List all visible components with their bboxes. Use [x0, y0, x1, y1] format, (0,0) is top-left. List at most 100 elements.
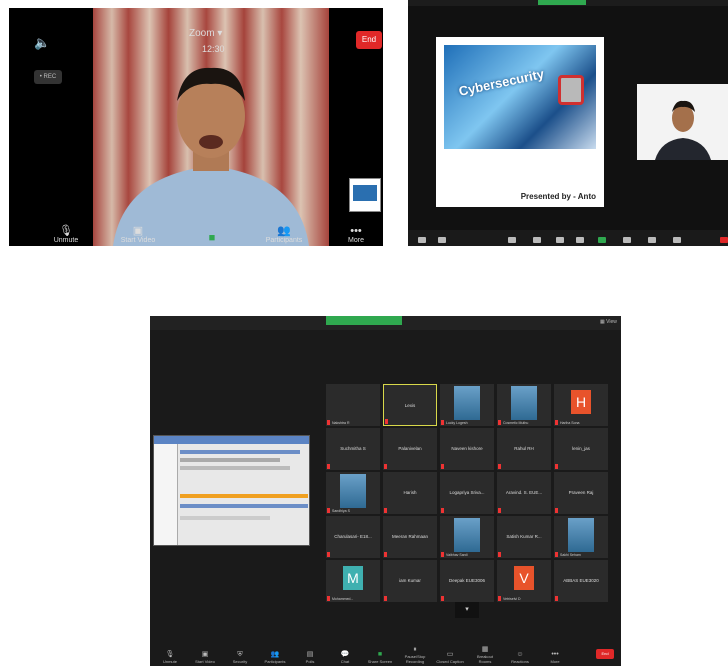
toolbar-button[interactable]: 🎙 Unmute [156, 651, 184, 664]
desktop-toolbar [408, 230, 728, 246]
participant-tile[interactable]: Vaibhav Sardi [440, 516, 494, 558]
toolbar-button[interactable]: 👥 Participants [261, 651, 289, 664]
speaker-icon[interactable]: 🔈 [34, 35, 50, 51]
end-button[interactable]: End [356, 31, 382, 49]
mic-muted-icon [441, 596, 444, 601]
mic-muted-icon [555, 420, 558, 425]
participant-tile[interactable]: Satish Kumar R... [497, 516, 551, 558]
mic-muted-icon [555, 464, 558, 469]
participant-tile[interactable]: lenin_jas [554, 428, 608, 470]
meeting-title[interactable]: Zoom ▾ [189, 28, 222, 39]
participant-tile[interactable]: Suchmitha S [326, 428, 380, 470]
participant-name: Rahul RH [514, 446, 534, 451]
share-button[interactable]: ■ [187, 232, 237, 244]
mic-muted-icon [498, 508, 501, 513]
toolbar-icon: ⛨ [237, 651, 243, 658]
participant-name: Satish Kumar R... [506, 534, 542, 539]
participant-grid: Nakshtra R Lexis Lucky Logesh Cosmetic Muth… [326, 384, 608, 602]
participant-tile[interactable]: Naveen kishore [440, 428, 494, 470]
toolbar-button[interactable]: ■ Share Screen [366, 651, 394, 664]
mic-muted-icon [555, 508, 558, 513]
mic-muted-icon [555, 552, 558, 557]
mic-muted-icon [327, 596, 330, 601]
participants-button[interactable]: 👥 Participants [259, 225, 309, 244]
sharing-badge[interactable] [326, 316, 402, 325]
mic-muted-icon [498, 420, 501, 425]
desktop-share-screenshot: Cybersecurity Presented by - Anto [408, 0, 728, 246]
view-button[interactable]: ▦ View [600, 319, 617, 325]
gallery-toolbar: 🎙 Unmute ▣ Start Video ⛨ Security 👥 Participant… [150, 640, 621, 666]
mic-muted-icon [384, 508, 387, 513]
toolbar-icon: ▣ [201, 651, 209, 658]
toolbar-button[interactable]: ▤ Polls [296, 651, 324, 664]
mic-muted-icon [498, 596, 501, 601]
participant-tile[interactable]: Aravind. S. EUE... [497, 472, 551, 514]
participant-tile[interactable]: iam Kumar [383, 560, 437, 602]
participant-tile[interactable]: Rahul RH [497, 428, 551, 470]
toolbar-button[interactable]: ••• More [541, 651, 569, 664]
share-thumbnail[interactable] [349, 178, 381, 212]
toolbar-button[interactable]: ☺ Reactions [506, 651, 534, 664]
participant-tile[interactable]: M Mohammed... [326, 560, 380, 602]
toolbar-label: Closed Caption [436, 659, 464, 664]
sharing-badge[interactable] [538, 0, 586, 5]
presenter-credit: Presented by - Anto [520, 192, 596, 201]
recording-indicator: • REC [34, 70, 62, 84]
participant-tile[interactable]: Cosmetic Muthu [497, 384, 551, 426]
participant-tile[interactable]: Palanivelan [383, 428, 437, 470]
participant-tile[interactable]: Praveen Raj [554, 472, 608, 514]
participant-tile[interactable]: Deepak EUE3006 [440, 560, 494, 602]
participant-tile[interactable]: Sakhi Seham [554, 516, 608, 558]
participant-tile[interactable]: H Hariha Sona [554, 384, 608, 426]
participant-name: Harish [403, 490, 417, 495]
toolbar-button[interactable]: ▣ Start Video [191, 651, 219, 664]
mic-muted-icon [384, 596, 387, 601]
slide-heading: Cybersecurity [457, 66, 546, 99]
presenter-video [637, 84, 728, 160]
toolbar-button[interactable]: 💬 Chat [331, 651, 359, 664]
more-button[interactable]: ••• More [331, 225, 381, 244]
toolbar-icon: 👥 [270, 651, 280, 658]
toolbar-label: Security [232, 659, 248, 664]
next-page-button[interactable]: ▾ [455, 602, 479, 618]
participants-icon: 👥 [277, 225, 291, 237]
video-off-icon: ▣ [132, 225, 144, 237]
participant-label: Nakshtra R [332, 421, 350, 425]
toolbar-button[interactable]: ▭ Closed Caption [436, 651, 464, 664]
toolbar-icon: ▤ [306, 651, 314, 658]
mic-muted-icon [384, 552, 387, 557]
participant-tile[interactable]: Logapriya Sriva... [440, 472, 494, 514]
mic-muted-icon [441, 464, 444, 469]
participant-tile[interactable]: ABBAS EUE3020 [554, 560, 608, 602]
participant-tile[interactable]: Sandhiya S [326, 472, 380, 514]
shared-screen-window [153, 435, 310, 546]
participant-tile[interactable]: Lexis [383, 384, 437, 426]
participant-name: Logapriya Sriva... [449, 490, 485, 495]
participant-tile[interactable]: Nakshtra R [326, 384, 380, 426]
toolbar-label: Reactions [511, 659, 529, 664]
mic-muted-icon [327, 464, 330, 469]
participant-tile[interactable]: Meeran Rahmaan [383, 516, 437, 558]
toolbar-label: Pause/Stop Recording [404, 654, 426, 664]
participant-name: Suchmitha S [340, 446, 366, 451]
toolbar-icon: 💬 [340, 651, 350, 658]
participant-tile[interactable]: Charulasari- E18... [326, 516, 380, 558]
toolbar-label: Start Video [195, 659, 215, 664]
participant-tile[interactable]: V Vetriselvi D [497, 560, 551, 602]
participant-name: ABBAS EUE3020 [563, 578, 599, 583]
participant-tile[interactable]: Harish [383, 472, 437, 514]
mic-muted-icon [327, 552, 330, 557]
toolbar-icon: ▭ [446, 651, 454, 658]
participant-tile[interactable]: Lucky Logesh [440, 384, 494, 426]
more-icon: ••• [350, 225, 362, 237]
unmute-button[interactable]: 🎙 Unmute [41, 225, 91, 244]
participant-label: Vaibhav Sardi [446, 553, 468, 557]
toolbar-button[interactable]: ⛨ Security [226, 651, 254, 664]
toolbar-button[interactable]: ▦ Breakout Rooms [471, 646, 499, 664]
toolbar-button[interactable]: ⏸ Pause/Stop Recording [401, 646, 429, 664]
participant-name: Deepak EUE3006 [448, 578, 486, 583]
end-button[interactable]: End [596, 649, 614, 659]
start-video-button[interactable]: ▣ Start Video [113, 225, 163, 244]
toolbar-label: More [550, 659, 560, 664]
toolbar-label: Breakout Rooms [476, 654, 493, 664]
